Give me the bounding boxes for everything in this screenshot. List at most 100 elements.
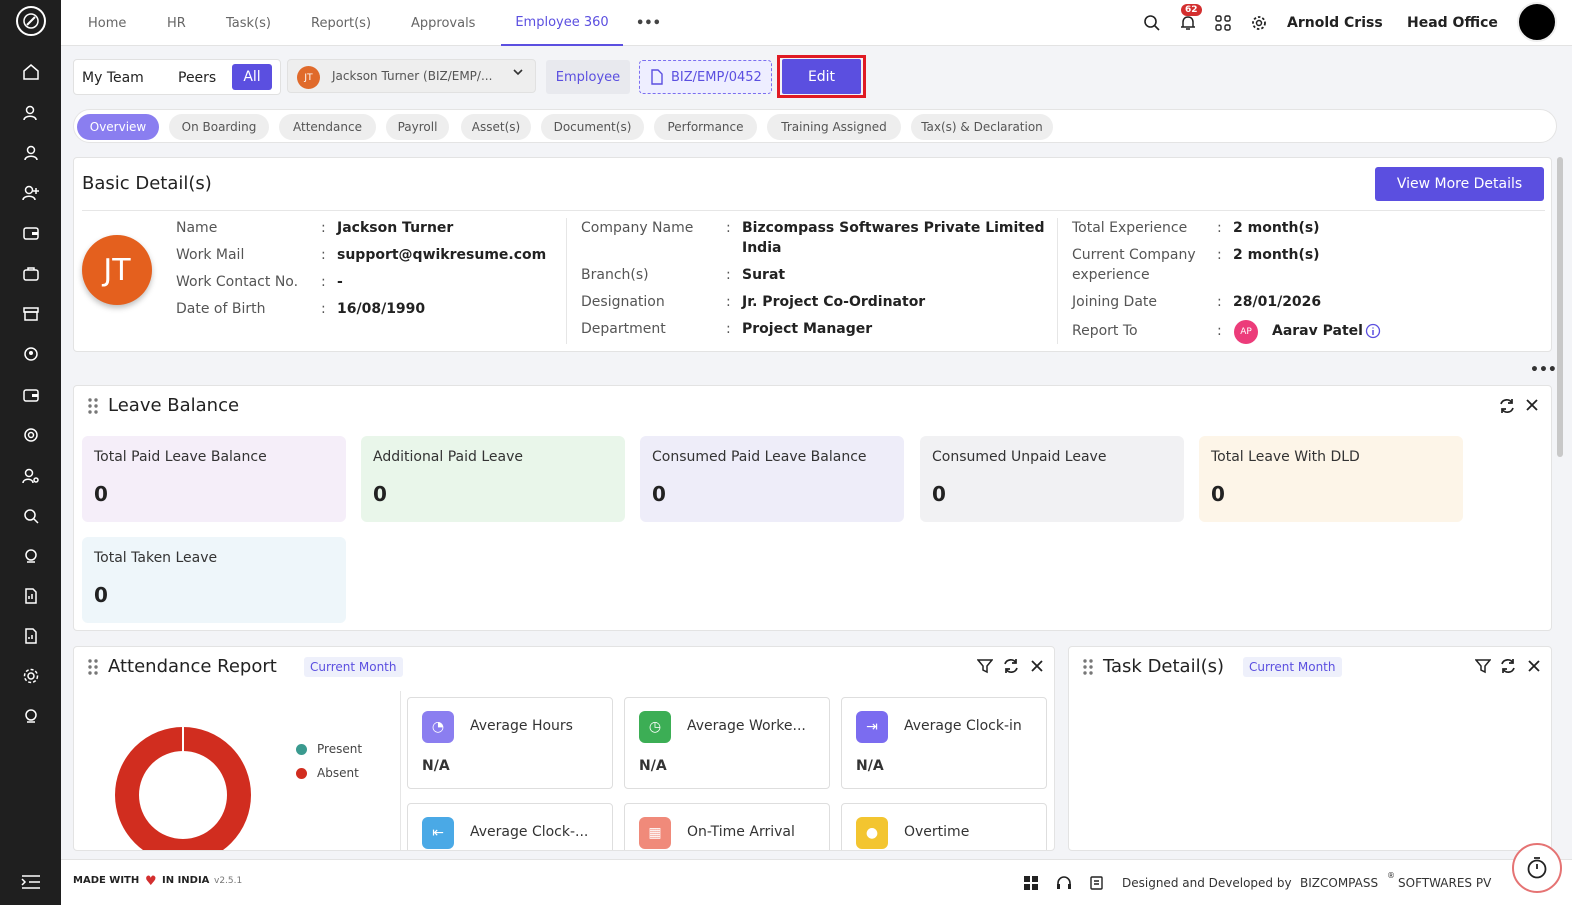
search-icon[interactable] [1141, 12, 1163, 34]
tab-training-assigned[interactable]: Training Assigned [767, 114, 901, 140]
my-team-button[interactable]: My Team [82, 67, 144, 89]
info-icon[interactable] [1365, 323, 1381, 343]
colon: : [1217, 294, 1222, 310]
sidebar [0, 0, 61, 905]
user-icon[interactable] [0, 138, 61, 168]
drag-handle-icon[interactable] [88, 398, 98, 418]
user-add-icon[interactable] [0, 98, 61, 128]
attendance-report-card: Attendance Report Current Month Present … [73, 646, 1055, 851]
refresh-icon[interactable] [1498, 397, 1516, 419]
close-icon[interactable] [1527, 659, 1541, 677]
headset-icon[interactable] [1056, 875, 1072, 895]
peers-button[interactable]: Peers [178, 67, 216, 89]
period-tag[interactable]: Current Month [1243, 657, 1342, 677]
user-plus-icon[interactable] [0, 178, 61, 208]
footer: MADE WITH ♥ IN INDIA v2.5.1 Designed and… [61, 859, 1572, 905]
support-icon[interactable] [0, 541, 61, 571]
card-icon[interactable] [0, 380, 61, 410]
colon: : [321, 301, 326, 317]
tab-on-boarding[interactable]: On Boarding [169, 114, 269, 140]
stopwatch-button[interactable] [1512, 843, 1562, 893]
nav-home[interactable]: Home [88, 0, 126, 46]
employee-select-label: Jackson Turner (BIZ/EMP/... [332, 69, 493, 83]
leave-card-total-taken: Total Taken Leave 0 [82, 537, 346, 623]
footer-brand: BIZCOMPASS [1300, 876, 1379, 890]
nav-hr[interactable]: HR [167, 0, 186, 46]
stat-average-worked: ◷ Average Worke... N/A [624, 697, 830, 789]
tab-documents[interactable]: Document(s) [541, 114, 644, 140]
colon: : [1217, 220, 1222, 236]
refresh-icon[interactable] [1499, 657, 1517, 679]
search-check-icon[interactable] [0, 501, 61, 531]
scrollbar[interactable] [1557, 157, 1563, 457]
nav-more-icon[interactable]: ••• [636, 0, 661, 46]
contact-label: Work Contact No. [176, 274, 299, 290]
chevron-down-icon [512, 66, 524, 81]
wallet-icon[interactable] [0, 218, 61, 248]
office-name[interactable]: Head Office [1407, 0, 1498, 46]
view-more-details-button[interactable]: View More Details [1375, 167, 1544, 201]
filter-icon[interactable] [1474, 658, 1492, 678]
employee-code[interactable]: BIZ/EMP/0452 [639, 60, 772, 94]
employee-select[interactable]: JT Jackson Turner (BIZ/EMP/... [287, 59, 536, 93]
checklist-icon[interactable] [1089, 875, 1105, 895]
tab-payroll[interactable]: Payroll [386, 114, 449, 140]
target-icon[interactable] [0, 420, 61, 450]
leave-card-consumed-unpaid: Consumed Unpaid Leave 0 [920, 436, 1184, 522]
total-experience-value: 2 month(s) [1233, 220, 1320, 236]
nav-tasks[interactable]: Task(s) [226, 0, 271, 46]
drag-handle-icon[interactable] [88, 659, 98, 679]
refresh-icon[interactable] [1002, 657, 1020, 679]
tab-performance[interactable]: Performance [654, 114, 757, 140]
headset-icon[interactable] [0, 701, 61, 731]
windows-icon[interactable] [1023, 875, 1039, 895]
tab-attendance[interactable]: Attendance [279, 114, 376, 140]
period-tag[interactable]: Current Month [304, 657, 403, 677]
all-button[interactable]: All [232, 64, 272, 90]
nav-reports[interactable]: Report(s) [311, 0, 371, 46]
app-logo[interactable] [16, 6, 46, 36]
home-icon[interactable] [0, 57, 61, 87]
close-icon[interactable] [1525, 398, 1539, 416]
work-mail-label: Work Mail [176, 247, 245, 263]
stat-value: N/A [422, 758, 450, 774]
gear-icon[interactable] [1248, 12, 1270, 34]
settings-icon[interactable] [0, 661, 61, 691]
tab-tax-declaration[interactable]: Tax(s) & Declaration [911, 114, 1053, 140]
filter-icon[interactable] [976, 658, 994, 678]
archive-icon[interactable] [0, 299, 61, 329]
user-name[interactable]: Arnold Criss [1287, 0, 1383, 46]
employee-avatar: JT [82, 235, 152, 305]
company-label: Company Name [581, 220, 694, 236]
drag-handle-icon[interactable] [1083, 659, 1093, 679]
stat-average-clock-out: ⇤ Average Clock-... [407, 803, 613, 850]
overtime-icon: ● [856, 817, 888, 849]
colon: : [726, 321, 731, 337]
tab-overview[interactable]: Overview [77, 114, 159, 140]
company-experience-label: Current Company [1072, 247, 1196, 263]
more-options-icon[interactable]: ••• [1530, 362, 1557, 378]
notification-badge: 62 [1181, 4, 1202, 16]
report-icon[interactable] [0, 621, 61, 651]
close-icon[interactable] [1030, 659, 1044, 677]
user-settings-icon[interactable] [0, 461, 61, 491]
work-mail-value[interactable]: support@qwikresume.com [337, 247, 546, 263]
group-icon[interactable] [0, 339, 61, 369]
footer-brand-rest: SOFTWARES PV [1398, 876, 1492, 890]
document-icon[interactable] [0, 581, 61, 611]
edit-button[interactable]: Edit [782, 59, 861, 94]
user-avatar[interactable] [1517, 2, 1557, 42]
report-to-label: Report To [1072, 323, 1138, 339]
report-to-value[interactable]: Aarav Patel [1272, 323, 1363, 339]
nav-approvals[interactable]: Approvals [411, 0, 475, 46]
menu-collapse-icon[interactable] [0, 867, 61, 897]
briefcase-icon[interactable] [0, 259, 61, 289]
stat-value: N/A [856, 758, 884, 774]
leave-card-label: Consumed Paid Leave Balance [652, 449, 867, 465]
leave-card-value: 0 [94, 482, 108, 506]
apps-grid-icon[interactable] [1212, 12, 1234, 34]
stat-on-time-arrival: ▦ On-Time Arrival [624, 803, 830, 850]
tab-assets[interactable]: Asset(s) [461, 114, 531, 140]
nav-employee-360[interactable]: Employee 360 [501, 0, 623, 46]
leave-card-value: 0 [652, 482, 666, 506]
